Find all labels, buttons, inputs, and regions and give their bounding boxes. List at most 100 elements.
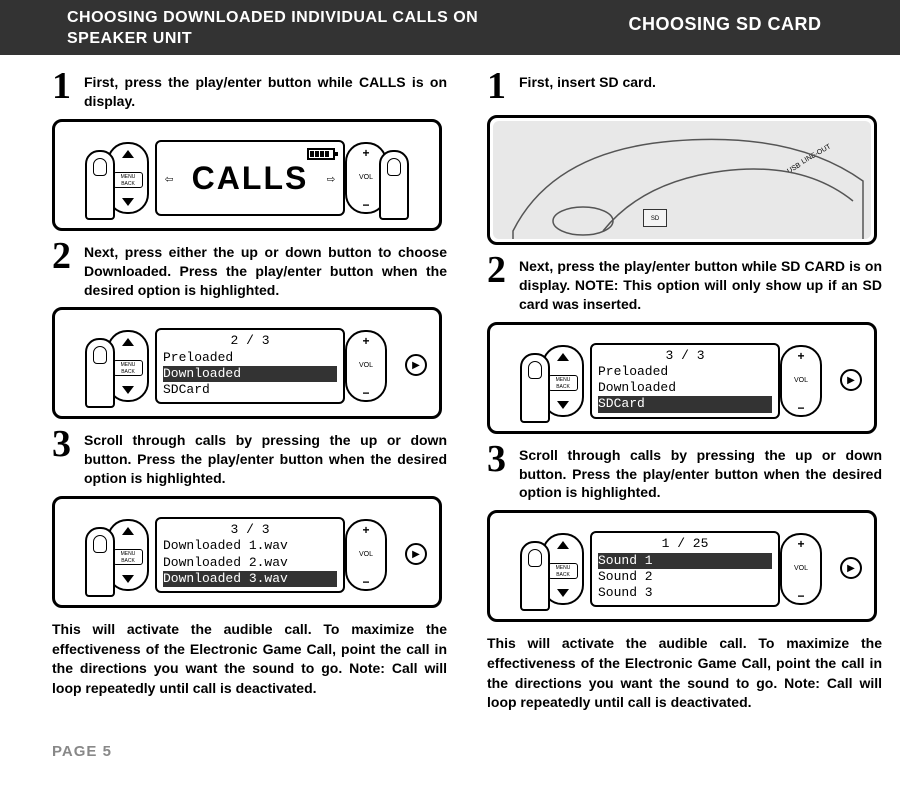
- menu-row-highlighted: Downloaded: [163, 366, 337, 382]
- left-step-2: 2 Next, press either the up or down butt…: [52, 243, 447, 420]
- step-number: 2: [487, 251, 506, 289]
- down-icon: [122, 198, 134, 206]
- right-step-1: 1 First, insert SD card. USB LINE-OUT SD: [487, 73, 882, 245]
- step-text: Scroll through calls by pressing the up …: [519, 447, 882, 501]
- left-step-1: 1 First, press the play/enter button whi…: [52, 73, 447, 231]
- counter: 3 / 3: [163, 522, 337, 538]
- header-spacer: [0, 0, 67, 55]
- up-icon: [557, 541, 569, 549]
- arrow-left-icon: ⇦: [165, 172, 173, 190]
- figure-sounds: MENU BACK + VOL − ▶ 1 / 25 Sound 1 Sound…: [487, 510, 877, 622]
- right-knob: + VOL −: [780, 533, 822, 605]
- plus-icon: +: [347, 334, 385, 348]
- play-icon: ▶: [405, 543, 427, 565]
- plus-icon: +: [782, 349, 820, 363]
- menu-back-button: MENU BACK: [548, 563, 578, 579]
- right-step-3: 3 Scroll through calls by pressing the u…: [487, 446, 882, 713]
- thumb-left: [85, 150, 115, 220]
- plus-icon: +: [347, 523, 385, 537]
- figure-sd-insert: USB LINE-OUT SD: [487, 115, 877, 245]
- play-icon: ▶: [840, 369, 862, 391]
- page-footer: PAGE 5: [52, 743, 112, 760]
- step-text: Next, press either the up or down button…: [84, 244, 447, 298]
- step-number: 3: [487, 440, 506, 478]
- menu-back-button: MENU BACK: [113, 360, 143, 376]
- menu-row: Downloaded 2.wav: [163, 555, 337, 571]
- menu-row: Downloaded: [598, 380, 772, 396]
- vol-label: VOL: [782, 377, 820, 384]
- vol-label: VOL: [347, 362, 385, 369]
- header-bar: CHOOSING DOWNLOADED INDIVIDUAL CALLS ON …: [0, 0, 900, 55]
- device-outline-icon: [493, 121, 871, 239]
- counter: 3 / 3: [598, 348, 772, 364]
- minus-icon: −: [782, 589, 820, 603]
- down-icon: [557, 589, 569, 597]
- figure-calls: MENU BACK + VOL − ⇦ ⇨ CALLS: [52, 119, 442, 231]
- menu-back-button: MENU BACK: [113, 549, 143, 565]
- step-text: Scroll through calls by pressing the up …: [84, 432, 447, 486]
- step-text: First, press the play/enter button while…: [84, 74, 447, 109]
- menu-back-button: MENU BACK: [113, 172, 143, 188]
- column-right: 1 First, insert SD card. USB LINE-OUT SD: [487, 73, 882, 721]
- figure-files: MENU BACK + VOL − ▶ 3 / 3 Downloaded 1.w…: [52, 496, 442, 608]
- plus-icon: +: [782, 537, 820, 551]
- arrow-right-icon: ⇨: [327, 172, 335, 190]
- lcd-screen: 1 / 25 Sound 1 Sound 2 Sound 3: [590, 531, 780, 607]
- minus-icon: −: [782, 401, 820, 415]
- down-icon: [122, 575, 134, 583]
- menu-row: Downloaded 1.wav: [163, 538, 337, 554]
- content: 1 First, press the play/enter button whi…: [0, 55, 900, 721]
- right-knob: + VOL −: [780, 345, 822, 417]
- device-body: USB LINE-OUT SD: [493, 121, 871, 239]
- menu-row: Sound 2: [598, 569, 772, 585]
- battery-icon: [307, 148, 335, 160]
- left-step-3: 3 Scroll through calls by pressing the u…: [52, 431, 447, 698]
- lcd-screen: 3 / 3 Preloaded Downloaded SDCard: [590, 343, 780, 419]
- counter: 1 / 25: [598, 536, 772, 552]
- menu-row: Preloaded: [598, 364, 772, 380]
- up-icon: [557, 353, 569, 361]
- header-title-left: CHOOSING DOWNLOADED INDIVIDUAL CALLS ON …: [67, 0, 550, 55]
- menu-row-highlighted: Downloaded 3.wav: [163, 571, 337, 587]
- menu-row: Sound 3: [598, 585, 772, 601]
- up-icon: [122, 527, 134, 535]
- thumb-left: [520, 353, 550, 423]
- lcd-screen: 3 / 3 Downloaded 1.wav Downloaded 2.wav …: [155, 517, 345, 593]
- closing-text: This will activate the audible call. To …: [52, 620, 447, 698]
- menu-row: SDCard: [163, 382, 337, 398]
- vol-label: VOL: [347, 551, 385, 558]
- up-icon: [122, 338, 134, 346]
- play-icon: ▶: [840, 557, 862, 579]
- lcd-screen: ⇦ ⇨ CALLS: [155, 140, 345, 216]
- minus-icon: −: [347, 575, 385, 589]
- column-left: 1 First, press the play/enter button whi…: [52, 73, 447, 721]
- right-knob: + VOL −: [345, 330, 387, 402]
- vol-label: VOL: [782, 565, 820, 572]
- step-number: 3: [52, 425, 71, 463]
- thumb-right: [379, 150, 409, 220]
- counter: 2 / 3: [163, 333, 337, 349]
- right-knob: + VOL −: [345, 519, 387, 591]
- down-icon: [122, 386, 134, 394]
- menu-row-highlighted: Sound 1: [598, 553, 772, 569]
- header-title-right: CHOOSING SD CARD: [550, 0, 900, 55]
- figure-menu-sdcard: MENU BACK + VOL − ▶ 3 / 3 Preloaded Down…: [487, 322, 877, 434]
- step-number: 1: [487, 67, 506, 105]
- closing-text: This will activate the audible call. To …: [487, 634, 882, 712]
- figure-menu-downloaded: MENU BACK + VOL − ▶ 2 / 3 Preloaded Down…: [52, 307, 442, 419]
- thumb-left: [85, 527, 115, 597]
- menu-row: Preloaded: [163, 350, 337, 366]
- step-text: First, insert SD card.: [519, 74, 656, 90]
- right-step-2: 2 Next, press the play/enter button whil…: [487, 257, 882, 434]
- up-icon: [122, 150, 134, 158]
- menu-back-button: MENU BACK: [548, 375, 578, 391]
- thumb-left: [85, 338, 115, 408]
- thumb-left: [520, 541, 550, 611]
- step-number: 1: [52, 67, 71, 105]
- minus-icon: −: [347, 386, 385, 400]
- play-icon: ▶: [405, 354, 427, 376]
- step-number: 2: [52, 237, 71, 275]
- down-icon: [557, 401, 569, 409]
- lcd-screen: 2 / 3 Preloaded Downloaded SDCard: [155, 328, 345, 404]
- menu-row-highlighted: SDCard: [598, 396, 772, 412]
